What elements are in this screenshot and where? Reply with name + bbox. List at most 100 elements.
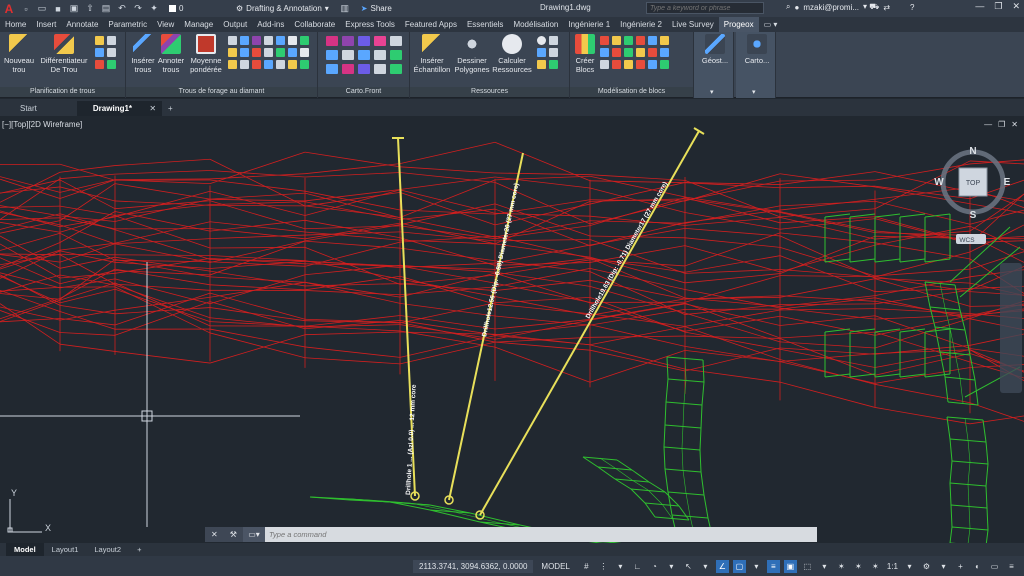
tool-icon[interactable] [240, 48, 249, 57]
close-icon[interactable]: ✕ [1012, 1, 1020, 12]
tool-icon[interactable] [252, 60, 261, 69]
tool-icon[interactable] [228, 36, 237, 45]
cart-icon[interactable]: ▾ ⛟ [863, 2, 879, 12]
object-snap-tracking-icon[interactable]: ∠ [715, 559, 729, 573]
tool-icon[interactable] [374, 50, 386, 60]
tool-icon[interactable] [636, 60, 645, 69]
viewport-controls-label[interactable]: [−][Top][2D Wireframe] [2, 120, 82, 129]
tool-icon[interactable] [600, 36, 609, 45]
tool-icon[interactable] [612, 60, 621, 69]
tool-icon[interactable] [612, 48, 621, 57]
ribbon-tab-output[interactable]: Output [218, 17, 252, 32]
annotation-visibility-icon[interactable]: ✶ [835, 560, 848, 573]
tool-icon[interactable] [252, 36, 261, 45]
ribbon-tab-essentiels[interactable]: Essentiels [462, 17, 508, 32]
tool-icon[interactable] [264, 60, 273, 69]
chevron-down-icon[interactable]: ▾ [750, 560, 763, 573]
tool-icon[interactable] [264, 36, 273, 45]
tool-icon[interactable] [358, 36, 370, 46]
minimize-icon[interactable]: — [975, 1, 984, 12]
ribbon-tab-ing-nierie-1[interactable]: Ingénierie 1 [563, 17, 615, 32]
nouveau-trou-button[interactable]: Nouveau trou [2, 34, 36, 74]
command-input[interactable] [265, 528, 817, 541]
drawing-viewport[interactable]: Drillhole 1 ... (Azi 0.0) ... 12 mm core… [0, 117, 1024, 543]
annoter-trous-button[interactable]: Annoter trous [156, 34, 186, 74]
ortho-icon[interactable]: ∟ [631, 560, 644, 573]
tool-icon[interactable] [300, 48, 309, 57]
tool-icon[interactable] [264, 48, 273, 57]
ribbon-tab-express-tools[interactable]: Express Tools [340, 17, 400, 32]
tab-drawing1[interactable]: Drawing1* ✕ [76, 101, 163, 116]
object-snap-icon[interactable]: ▢ [732, 559, 746, 573]
calculer-ressources-button[interactable]: Calculer Ressources [492, 34, 532, 74]
tool-icon[interactable] [612, 36, 621, 45]
tool-icon[interactable] [276, 48, 285, 57]
isodraft-icon[interactable]: ↖ [682, 560, 695, 573]
tool-icon[interactable] [326, 36, 338, 46]
tool-icon[interactable] [537, 36, 546, 45]
undo-icon[interactable]: ↶ [116, 3, 128, 15]
new-file-icon[interactable]: ▫ [20, 3, 32, 15]
dessiner-polygones-button[interactable]: Dessiner Polygones [452, 34, 492, 74]
help-icon[interactable]: ? [910, 3, 914, 12]
tool-icon[interactable] [276, 60, 285, 69]
restore-viewport-icon[interactable]: ❐ [998, 120, 1005, 129]
tool-icon[interactable] [390, 50, 402, 60]
tool-icon[interactable] [240, 36, 249, 45]
tool-icon[interactable] [300, 36, 309, 45]
add-tab-button[interactable]: + [162, 101, 179, 116]
wcs-menu[interactable]: WCS [959, 237, 975, 244]
ribbon-tab-collaborate[interactable]: Collaborate [289, 17, 340, 32]
clean-screen-icon[interactable]: ▭ [988, 560, 1001, 573]
isolate-icon[interactable]: ◐ [971, 560, 984, 573]
drawing-canvas[interactable]: Drillhole 1 ... (Azi 0.0) ... 12 mm core… [0, 117, 1024, 543]
search-input[interactable] [646, 2, 764, 14]
differentiateur-button[interactable]: Différentiateur De Trou [36, 34, 92, 74]
tool-icon[interactable] [288, 36, 297, 45]
tool-icon[interactable] [600, 60, 609, 69]
tool-icon[interactable] [326, 64, 338, 74]
minimize-viewport-icon[interactable]: — [984, 120, 992, 129]
search-icon[interactable]: ⌕ [786, 2, 790, 12]
model-space-toggle[interactable]: MODEL [537, 560, 573, 573]
customize-icon[interactable]: ≡ [1005, 560, 1018, 573]
lineweight-icon[interactable]: ≡ [766, 559, 780, 573]
tool-icon[interactable] [648, 48, 657, 57]
layers-icon[interactable]: ▥ [339, 3, 351, 15]
ribbon-tab-featured-apps[interactable]: Featured Apps [400, 17, 462, 32]
tool-icon[interactable] [537, 48, 546, 57]
command-prompt-icon[interactable]: ▭▾ [243, 527, 265, 542]
chevron-down-icon[interactable]: ▾ [752, 88, 756, 96]
tool-icon[interactable] [342, 36, 354, 46]
command-line[interactable]: ✕ ⚒ ▭▾ [205, 527, 817, 542]
plus-icon[interactable]: + [954, 560, 967, 573]
tool-icon[interactable] [390, 64, 402, 74]
tool-icon[interactable] [288, 60, 297, 69]
close-icon[interactable]: ✕ [149, 101, 156, 116]
tool-icon[interactable] [624, 60, 633, 69]
tool-icon[interactable] [288, 48, 297, 57]
carto-button[interactable]: Carto... [740, 34, 774, 65]
creer-blocs-button[interactable]: Créer Blocs [572, 34, 598, 74]
workspace-selector[interactable]: ⚙ Drafting & Annotation ▾ [232, 2, 333, 15]
chevron-down-icon[interactable]: ▾ [614, 560, 627, 573]
ribbon-tab-progeox[interactable]: Progeox [718, 17, 759, 32]
ribbon-tab-ing-nierie-2[interactable]: Ingénierie 2 [615, 17, 667, 32]
tool-icon[interactable] [95, 36, 104, 45]
viewcube-south[interactable]: S [970, 210, 977, 221]
restore-icon[interactable]: ❐ [994, 1, 1002, 12]
upload-icon[interactable]: ⇧ [84, 3, 96, 15]
close-icon[interactable]: ✕ [211, 530, 218, 539]
tool-icon[interactable] [374, 36, 386, 46]
tool-icon[interactable] [240, 60, 249, 69]
tool-icon[interactable] [95, 60, 104, 69]
check-icon[interactable] [300, 60, 309, 69]
add-layout-button[interactable]: + [129, 543, 149, 556]
tool-icon[interactable] [342, 64, 354, 74]
coordinates-readout[interactable]: 2113.3741, 3094.6362, 0.0000 [413, 559, 534, 573]
ribbon-tab-view[interactable]: View [152, 17, 179, 32]
tool-icon[interactable] [252, 48, 261, 57]
tool-icon[interactable] [228, 60, 237, 69]
chevron-down-icon[interactable]: ▾ [665, 560, 678, 573]
tool-icon[interactable] [660, 36, 669, 45]
